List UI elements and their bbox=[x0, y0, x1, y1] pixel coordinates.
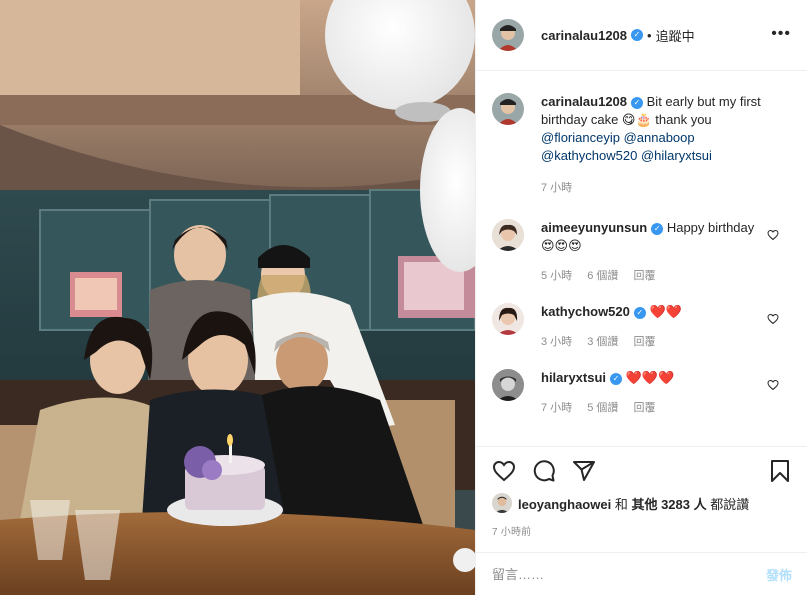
liker-username[interactable]: leoyanghaowei bbox=[518, 497, 611, 512]
caption-avatar-image bbox=[492, 93, 524, 125]
caption-body: carinalau1208 ✓ Bit early but my first bi… bbox=[541, 93, 771, 197]
comment-like-count[interactable]: 5 個讚 bbox=[587, 402, 618, 414]
comment-item: kathychow520 ✓ ❤️❤️ 3 小時 3 個讚 回覆 bbox=[492, 303, 791, 351]
mention-link[interactable]: @kathychow520 bbox=[541, 148, 637, 163]
commenter-avatar[interactable] bbox=[492, 369, 524, 401]
comment-heart-icon[interactable] bbox=[767, 313, 779, 325]
post-photo[interactable] bbox=[0, 0, 475, 595]
comment-body: hilaryxtsui ✓ ❤️❤️❤️ 7 小時 5 個讚 回覆 bbox=[541, 369, 771, 417]
commenter-avatar[interactable] bbox=[492, 219, 524, 251]
comment-meta: 3 小時 3 個讚 回覆 bbox=[541, 333, 771, 351]
commenter-avatar[interactable] bbox=[492, 303, 524, 335]
comment-username[interactable]: hilaryxtsui bbox=[541, 370, 606, 385]
comment-time: 7 小時 bbox=[541, 402, 573, 414]
author-avatar[interactable] bbox=[492, 19, 524, 51]
author-username[interactable]: carinalau1208 bbox=[541, 28, 627, 43]
comments-list[interactable]: carinalau1208 ✓ Bit early but my first bi… bbox=[476, 71, 807, 445]
verified-badge-icon: ✓ bbox=[610, 373, 623, 385]
comment-text: ❤️❤️ bbox=[649, 304, 682, 319]
liker-avatar[interactable] bbox=[492, 493, 512, 513]
follow-status-button[interactable]: 追蹤中 bbox=[656, 26, 695, 45]
comment-meta: 5 小時 6 個讚 回覆 bbox=[541, 267, 771, 285]
send-icon[interactable] bbox=[572, 459, 596, 483]
likes-suffix: 都說讚 bbox=[710, 496, 750, 512]
author-avatar-image bbox=[492, 19, 524, 51]
mention-link[interactable]: @annaboop bbox=[624, 130, 695, 145]
comment-icon[interactable] bbox=[532, 459, 556, 483]
post-actions: leoyanghaowei 和 其他 3283 人 都說讚 7 小時前 bbox=[476, 446, 807, 538]
post-comment-button[interactable]: 發佈 bbox=[766, 565, 792, 584]
likes-and: 和 bbox=[614, 496, 628, 512]
comment-text: ❤️❤️❤️ bbox=[625, 370, 675, 385]
likes-summary: leoyanghaowei 和 其他 3283 人 都說讚 bbox=[492, 493, 792, 513]
caption-time: 7 小時 bbox=[541, 182, 573, 194]
comment-item: aimeeyunyunsun ✓ Happy birthday 😍😍😍 5 小時 … bbox=[492, 219, 791, 285]
verified-badge-icon: ✓ bbox=[631, 29, 644, 41]
comment-time: 5 小時 bbox=[541, 270, 573, 282]
post-header: carinalau1208 ✓ • 追蹤中 ••• bbox=[476, 0, 807, 71]
mention-link[interactable]: @florianceyip bbox=[541, 130, 620, 145]
reply-button[interactable]: 回覆 bbox=[634, 336, 656, 348]
comment-item: hilaryxtsui ✓ ❤️❤️❤️ 7 小時 5 個讚 回覆 bbox=[492, 369, 791, 417]
bookmark-icon[interactable] bbox=[768, 459, 792, 483]
likes-text: leoyanghaowei 和 其他 3283 人 都說讚 bbox=[518, 494, 749, 513]
caption: carinalau1208 ✓ Bit early but my first bi… bbox=[492, 93, 791, 197]
liker-avatar-image bbox=[492, 493, 512, 513]
post-sidebar: carinalau1208 ✓ • 追蹤中 ••• carinalau1208 … bbox=[475, 0, 807, 595]
comment-input[interactable] bbox=[492, 566, 766, 582]
instagram-post-view: carinalau1208 ✓ • 追蹤中 ••• carinalau1208 … bbox=[0, 0, 807, 595]
comment-body: kathychow520 ✓ ❤️❤️ 3 小時 3 個讚 回覆 bbox=[541, 303, 771, 351]
commenter-avatar-image bbox=[492, 303, 524, 335]
commenter-avatar-image bbox=[492, 219, 524, 251]
comment-time: 3 小時 bbox=[541, 336, 573, 348]
action-icons bbox=[492, 457, 792, 485]
caption-username[interactable]: carinalau1208 bbox=[541, 94, 627, 109]
add-comment-bar: 發佈 bbox=[476, 552, 807, 595]
post-photo-illustration bbox=[0, 0, 475, 595]
reply-button[interactable]: 回覆 bbox=[634, 270, 656, 282]
heart-icon[interactable] bbox=[492, 459, 516, 483]
comment-username[interactable]: aimeeyunyunsun bbox=[541, 220, 647, 235]
comment-like-count[interactable]: 6 個讚 bbox=[587, 270, 618, 282]
comment-meta: 7 小時 5 個讚 回覆 bbox=[541, 399, 771, 417]
likes-others-link[interactable]: 其他 3283 人 bbox=[631, 497, 706, 512]
reply-button[interactable]: 回覆 bbox=[634, 402, 656, 414]
caption-avatar[interactable] bbox=[492, 93, 524, 125]
more-options-icon[interactable]: ••• bbox=[771, 26, 791, 42]
verified-badge-icon: ✓ bbox=[651, 223, 664, 235]
verified-badge-icon: ✓ bbox=[631, 97, 644, 109]
comment-like-count[interactable]: 3 個讚 bbox=[587, 336, 618, 348]
mention-link[interactable]: @hilaryxtsui bbox=[641, 148, 712, 163]
commenter-avatar-image bbox=[492, 369, 524, 401]
post-timestamp[interactable]: 7 小時前 bbox=[492, 523, 792, 538]
comment-heart-icon[interactable] bbox=[767, 229, 779, 241]
comment-username[interactable]: kathychow520 bbox=[541, 304, 630, 319]
comment-body: aimeeyunyunsun ✓ Happy birthday 😍😍😍 5 小時 … bbox=[541, 219, 771, 285]
verified-badge-icon: ✓ bbox=[633, 307, 646, 319]
caption-meta: 7 小時 bbox=[541, 179, 771, 197]
comment-heart-icon[interactable] bbox=[767, 379, 779, 391]
separator-dot: • bbox=[647, 27, 652, 43]
